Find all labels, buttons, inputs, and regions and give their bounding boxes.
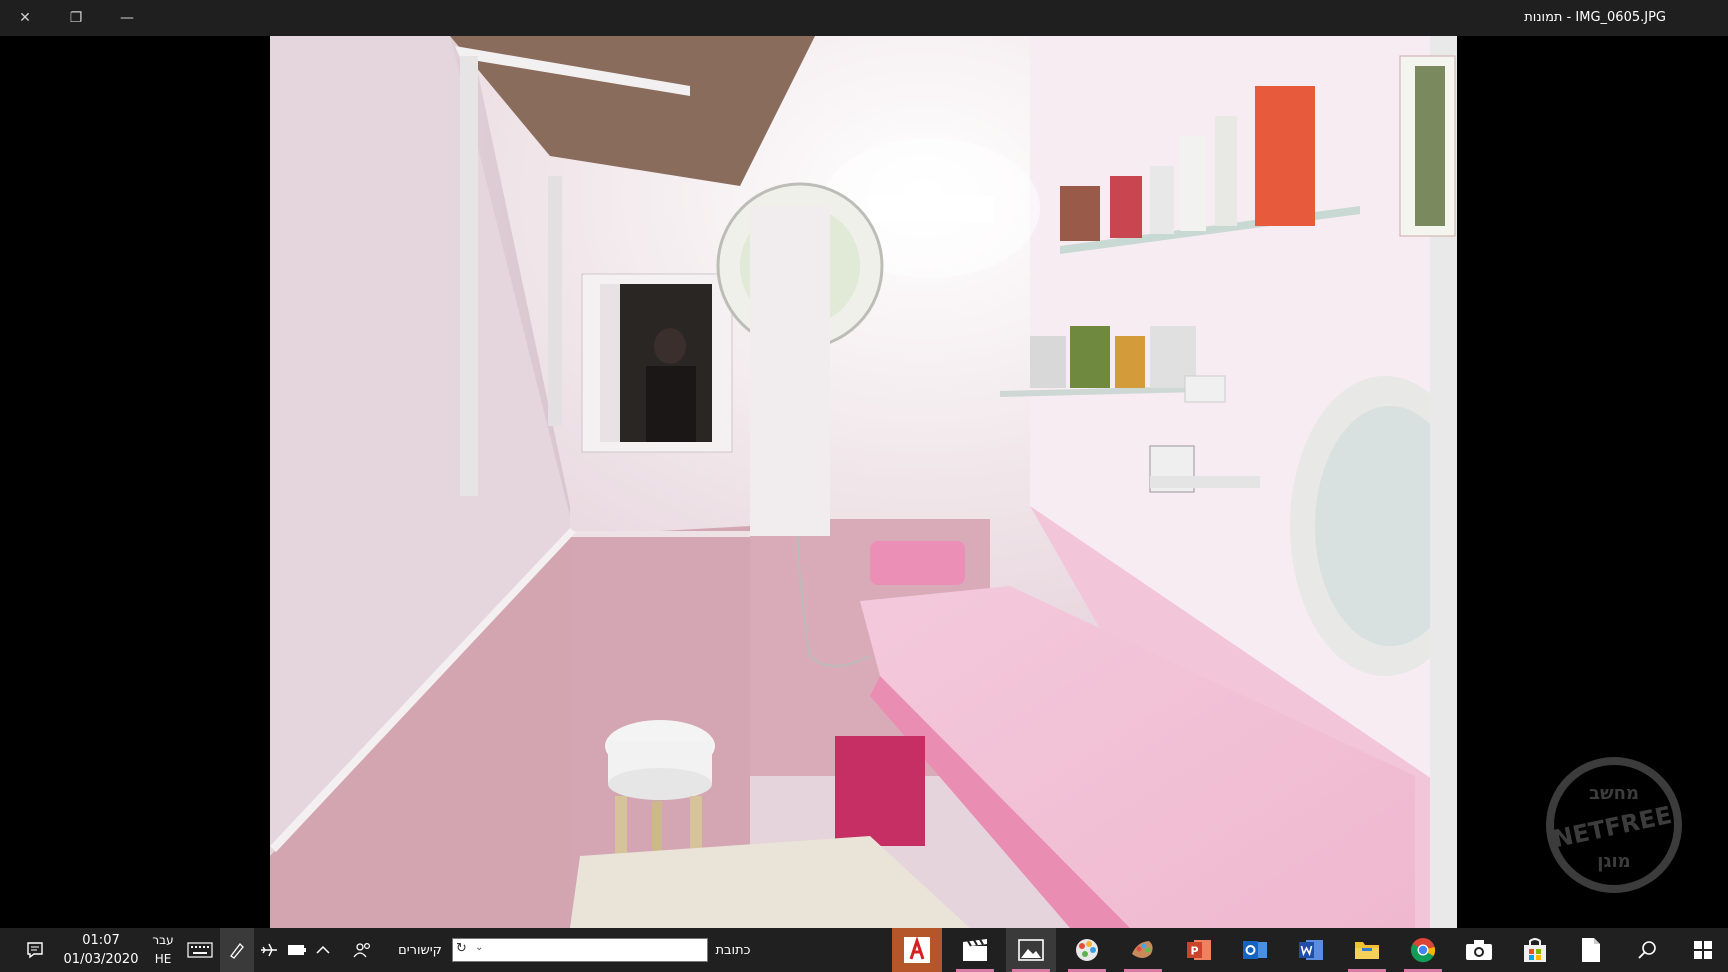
clock-time: 01:07	[82, 933, 120, 948]
pen-icon	[230, 943, 244, 959]
close-icon: ✕	[19, 10, 31, 26]
paint-palette-icon	[1076, 939, 1098, 961]
address-input[interactable]	[495, 941, 705, 961]
watermark-top: מחשב	[1589, 783, 1639, 804]
battery-button[interactable]	[284, 928, 310, 972]
chevron-down-icon[interactable]: ⌄	[475, 942, 483, 953]
address-label-wrap: כתובת	[710, 928, 756, 972]
close-button[interactable]: ✕	[13, 6, 37, 30]
watermark-middle: NETFREE	[1550, 801, 1674, 853]
taskbar-app-chrome[interactable]	[1398, 928, 1448, 972]
taskbar-app-file-explorer[interactable]	[1342, 928, 1392, 972]
taskbar-app-paint-3d[interactable]	[1118, 928, 1168, 972]
svg-text:P: P	[1190, 945, 1198, 958]
language-code: HE	[154, 952, 172, 966]
netfree-watermark: מחשב NETFREE מוגן	[1544, 755, 1684, 895]
taskbar-app-powerpoint[interactable]: P	[1174, 928, 1224, 972]
touch-keyboard-button[interactable]	[182, 928, 218, 972]
acrobat-icon	[904, 936, 930, 963]
windows-logo-icon	[1694, 941, 1712, 959]
battery-icon	[288, 945, 306, 955]
language-name: עבר	[152, 933, 174, 947]
search-button[interactable]	[1622, 928, 1672, 972]
keyboard-icon	[187, 942, 213, 958]
address-label: כתובת	[715, 942, 751, 958]
search-icon	[1638, 941, 1656, 959]
language-indicator[interactable]: עבר HE	[148, 928, 178, 972]
taskbar-app-paint[interactable]	[1062, 928, 1112, 972]
clock-date: 01/03/2020	[63, 952, 139, 967]
paint-brush-icon	[1132, 941, 1153, 958]
taskbar-app-store[interactable]	[1510, 928, 1560, 972]
links-toolbar[interactable]: קישורים	[392, 928, 448, 972]
taskbar: 01:07 01/03/2020 עבר HE קישורים ↻ ⌄ כתוב…	[0, 928, 1728, 972]
minimize-icon: —	[120, 10, 134, 26]
outlook-icon	[1243, 941, 1267, 959]
show-hidden-icons-button[interactable]	[312, 928, 334, 972]
clapperboard-icon	[963, 938, 987, 961]
taskbar-app-word[interactable]	[1286, 928, 1336, 972]
minimize-button[interactable]: —	[115, 6, 139, 30]
airplane-mode-button[interactable]	[256, 928, 282, 972]
airplane-icon	[261, 943, 277, 957]
photos-icon	[1018, 939, 1044, 961]
taskbar-app-video-editor[interactable]	[950, 928, 1000, 972]
clock[interactable]: 01:07 01/03/2020	[60, 928, 142, 972]
taskbar-app-outlook[interactable]	[1230, 928, 1280, 972]
pen-workspace-button[interactable]	[220, 928, 254, 972]
restore-icon: ❐	[69, 10, 83, 26]
taskbar-app-notepad[interactable]	[1566, 928, 1616, 972]
address-toolbar: ↻ ⌄	[452, 938, 708, 962]
start-button[interactable]	[1678, 928, 1728, 972]
photo[interactable]	[270, 36, 1457, 928]
people-button[interactable]	[350, 928, 376, 972]
action-center-button[interactable]	[12, 928, 58, 972]
powerpoint-icon: P	[1187, 940, 1211, 960]
taskbar-app-photos[interactable]	[1006, 928, 1056, 972]
camera-icon	[1466, 940, 1492, 960]
window-title: IMG_0605.JPG - תמונות	[1524, 10, 1666, 25]
taskbar-app-camera[interactable]	[1454, 928, 1504, 972]
links-label: קישורים	[398, 942, 442, 958]
word-icon	[1299, 940, 1323, 960]
folder-icon	[1355, 942, 1379, 959]
store-bag-icon	[1524, 938, 1546, 962]
people-icon	[353, 942, 371, 958]
chevron-up-icon	[316, 945, 330, 954]
title-bar: ✕ ❐ — IMG_0605.JPG - תמונות	[0, 0, 1728, 36]
notification-icon	[27, 942, 43, 959]
watermark-bottom: מוגן	[1597, 851, 1630, 872]
chrome-icon	[1411, 938, 1436, 963]
photo-viewer[interactable]	[0, 36, 1728, 928]
restore-button[interactable]: ❐	[64, 6, 88, 30]
document-icon	[1582, 938, 1600, 962]
taskbar-app-acrobat[interactable]	[892, 928, 942, 972]
photo-image	[270, 36, 1457, 928]
refresh-icon[interactable]: ↻	[456, 941, 467, 956]
